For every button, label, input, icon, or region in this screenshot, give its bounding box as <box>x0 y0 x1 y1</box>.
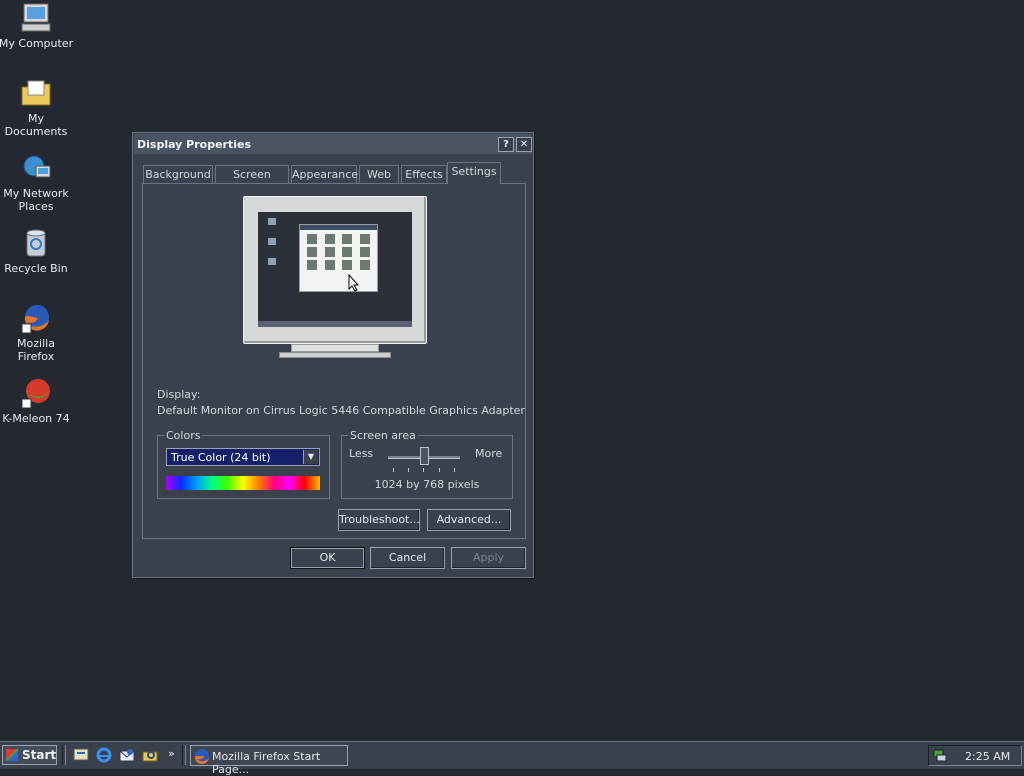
taskbar-item-firefox[interactable]: Mozilla Firefox Start Page... <box>190 745 348 776</box>
display-adapter-text: Default Monitor on Cirrus Logic 5446 Com… <box>157 404 525 417</box>
colors-legend: Colors <box>164 429 203 442</box>
desktop-icon-my-computer[interactable]: My Computer <box>0 2 74 50</box>
computer-icon <box>20 2 52 34</box>
outlook-icon[interactable] <box>119 747 135 763</box>
explorer-icon[interactable] <box>142 747 158 763</box>
network-tray-icon[interactable] <box>932 747 948 763</box>
quick-launch-chevron[interactable]: » <box>168 747 175 760</box>
start-label: Start <box>22 748 57 762</box>
tab-background[interactable]: Background <box>143 165 213 183</box>
slider-tick <box>408 468 409 472</box>
tab-web[interactable]: Web <box>359 165 399 183</box>
show-desktop-icon[interactable] <box>73 747 89 763</box>
screen-resolution-text: 1024 by 768 pixels <box>374 478 480 491</box>
desktop-icon-label: My Documents <box>4 112 68 138</box>
ok-button[interactable]: OK <box>290 547 365 569</box>
settings-panel: Display: Default Monitor on Cirrus Logic… <box>142 183 526 539</box>
tab-settings[interactable]: Settings <box>447 162 501 184</box>
window-title: Display Properties <box>137 138 252 151</box>
mini-desktop-icon <box>268 258 276 265</box>
windows-flag-icon <box>6 749 18 761</box>
screen-area-group: Screen area Less More 1024 by 768 pixels <box>341 429 513 499</box>
apply-button[interactable]: Apply <box>451 547 526 569</box>
tab-appearance[interactable]: Appearance <box>291 165 358 183</box>
colors-group: Colors True Color (24 bit) ▼ <box>157 429 330 499</box>
desktop-icon-my-documents[interactable]: My Documents <box>0 77 74 138</box>
mini-taskbar <box>258 321 412 327</box>
desktop-icon-network-places[interactable]: My Network Places <box>0 152 74 213</box>
system-tray: 2:25 AM <box>928 745 1022 766</box>
clock[interactable]: 2:25 AM <box>965 750 1010 763</box>
monitor-bezel <box>243 196 427 344</box>
slider-tick <box>439 468 440 472</box>
taskbar-separator <box>182 745 186 765</box>
colors-select[interactable]: True Color (24 bit) ▼ <box>166 448 320 466</box>
close-button[interactable]: ✕ <box>516 137 532 152</box>
tab-effects[interactable]: Effects <box>401 165 447 183</box>
troubleshoot-button[interactable]: Troubleshoot... <box>338 509 420 531</box>
slider-tick <box>393 468 394 472</box>
taskbar-separator <box>62 745 66 765</box>
monitor-base <box>279 352 391 358</box>
display-label: Display: <box>157 388 201 401</box>
mouse-cursor-icon <box>348 274 360 292</box>
help-button[interactable]: ? <box>498 137 514 152</box>
firefox-icon <box>20 302 52 334</box>
advanced-button[interactable]: Advanced... <box>427 509 511 531</box>
slider-tick <box>454 468 455 472</box>
desktop-icon-label: My Network Places <box>3 187 69 213</box>
taskbar: Start » Mozilla Firefox Start Page... 2:… <box>0 741 1024 776</box>
tab-screen-saver[interactable]: Screen Saver <box>215 165 289 194</box>
window-titlebar[interactable]: Display Properties ? ✕ <box>134 134 532 154</box>
mini-desktop-icon <box>268 238 276 245</box>
mini-desktop-icon <box>268 218 276 225</box>
network-places-icon <box>20 152 52 184</box>
slider-less-label: Less <box>349 447 374 460</box>
monitor-neck <box>291 344 379 352</box>
ie-icon[interactable] <box>96 747 112 763</box>
kmeleon-icon <box>20 377 52 409</box>
start-button[interactable]: Start <box>2 745 57 765</box>
slider-more-label: More <box>475 447 503 460</box>
color-spectrum-bar <box>166 476 320 490</box>
monitor-screen <box>258 212 412 327</box>
desktop-icon-label: My Computer <box>0 37 74 50</box>
desktop-icon-recycle-bin[interactable]: Recycle Bin <box>0 227 74 275</box>
display-properties-window: Display Properties ? ✕ Background Screen… <box>132 132 534 578</box>
cancel-button[interactable]: Cancel <box>370 547 445 569</box>
desktop-icon-label: Mozilla Firefox <box>17 337 55 363</box>
chevron-down-icon[interactable]: ▼ <box>303 450 318 464</box>
screen-area-legend: Screen area <box>348 429 418 442</box>
desktop-icon-label: Recycle Bin <box>4 262 68 275</box>
folder-documents-icon <box>20 77 52 109</box>
screen-area-slider-thumb[interactable] <box>419 447 429 465</box>
desktop-icon-firefox[interactable]: Mozilla Firefox <box>0 302 74 363</box>
taskbar-item-label: Mozilla Firefox Start Page... <box>212 750 321 776</box>
monitor-preview <box>243 196 427 358</box>
desktop-icon-label: K-Meleon 74 <box>2 412 70 425</box>
desktop-icon-kmeleon[interactable]: K-Meleon 74 <box>0 377 74 425</box>
firefox-icon <box>194 749 209 764</box>
mini-window <box>299 224 378 292</box>
colors-selected-value: True Color (24 bit) <box>171 451 271 464</box>
slider-tick <box>423 468 424 472</box>
recycle-bin-icon <box>20 227 52 259</box>
